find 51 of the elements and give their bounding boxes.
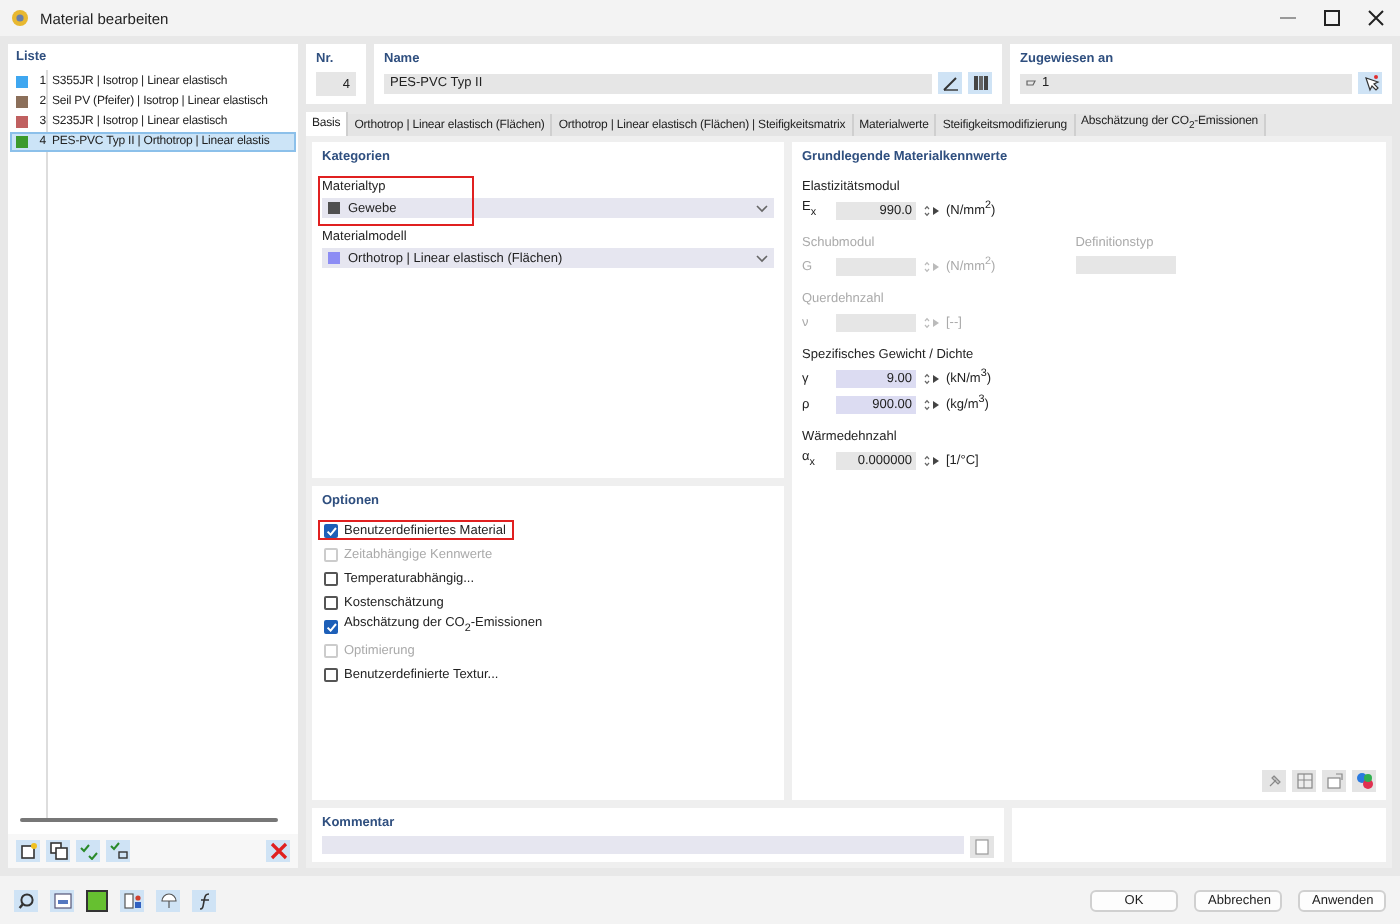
- pin-button[interactable]: [1262, 770, 1286, 792]
- checkbox[interactable]: [324, 619, 338, 633]
- table-person-icon: [123, 891, 141, 909]
- search-button[interactable]: [14, 889, 38, 911]
- new-item-button[interactable]: [16, 840, 40, 862]
- uncheck-icon: [109, 842, 127, 860]
- pick-button[interactable]: [1358, 72, 1382, 94]
- spinner-button[interactable]: [922, 451, 940, 469]
- new-item-icon: [19, 842, 37, 860]
- chevron-down-icon: [756, 253, 768, 263]
- edit-icon: [941, 74, 959, 92]
- umbrella-icon: [159, 891, 177, 909]
- uncheck-button[interactable]: [106, 840, 130, 862]
- copy-icon: [49, 842, 67, 860]
- number-format-button[interactable]: [50, 889, 74, 911]
- spinner-button[interactable]: [922, 201, 940, 219]
- app-gear-icon: [10, 8, 30, 28]
- library-icon: [971, 74, 989, 92]
- function-button[interactable]: [192, 889, 216, 911]
- pick-icon: [1361, 74, 1379, 92]
- comment-icon: [973, 838, 991, 856]
- checkbox[interactable]: [324, 523, 338, 537]
- library-button[interactable]: [968, 72, 992, 94]
- number-format-icon: [53, 891, 71, 909]
- chevron-down-icon: [756, 203, 768, 213]
- copy-button[interactable]: [46, 840, 70, 862]
- color-icon: [1355, 772, 1373, 790]
- definition-type-field: [1075, 256, 1176, 274]
- table-person-button[interactable]: [120, 889, 144, 911]
- spinner-button[interactable]: [922, 395, 940, 413]
- delete-button[interactable]: [266, 840, 290, 862]
- color-fill-icon[interactable]: [86, 889, 108, 911]
- checkbox[interactable]: [324, 571, 338, 585]
- edit-button[interactable]: [938, 72, 962, 94]
- spinner-button[interactable]: [922, 369, 940, 387]
- pin-icon: [1265, 772, 1283, 790]
- color-button[interactable]: [1352, 770, 1376, 792]
- checkbox[interactable]: [324, 595, 338, 609]
- check-all-icon: [79, 842, 97, 860]
- maximize-icon[interactable]: [1324, 10, 1340, 26]
- umbrella-button[interactable]: [156, 889, 180, 911]
- function-icon: [195, 891, 213, 909]
- comment-field[interactable]: [322, 836, 964, 854]
- check-all-button[interactable]: [76, 840, 100, 862]
- surface-icon: [1026, 78, 1036, 88]
- delete-icon: [269, 842, 287, 860]
- search-icon: [17, 891, 35, 909]
- export-icon: [1325, 772, 1343, 790]
- close-icon[interactable]: [1368, 10, 1384, 26]
- table-icon: [1295, 772, 1313, 790]
- checkbox[interactable]: [324, 667, 338, 681]
